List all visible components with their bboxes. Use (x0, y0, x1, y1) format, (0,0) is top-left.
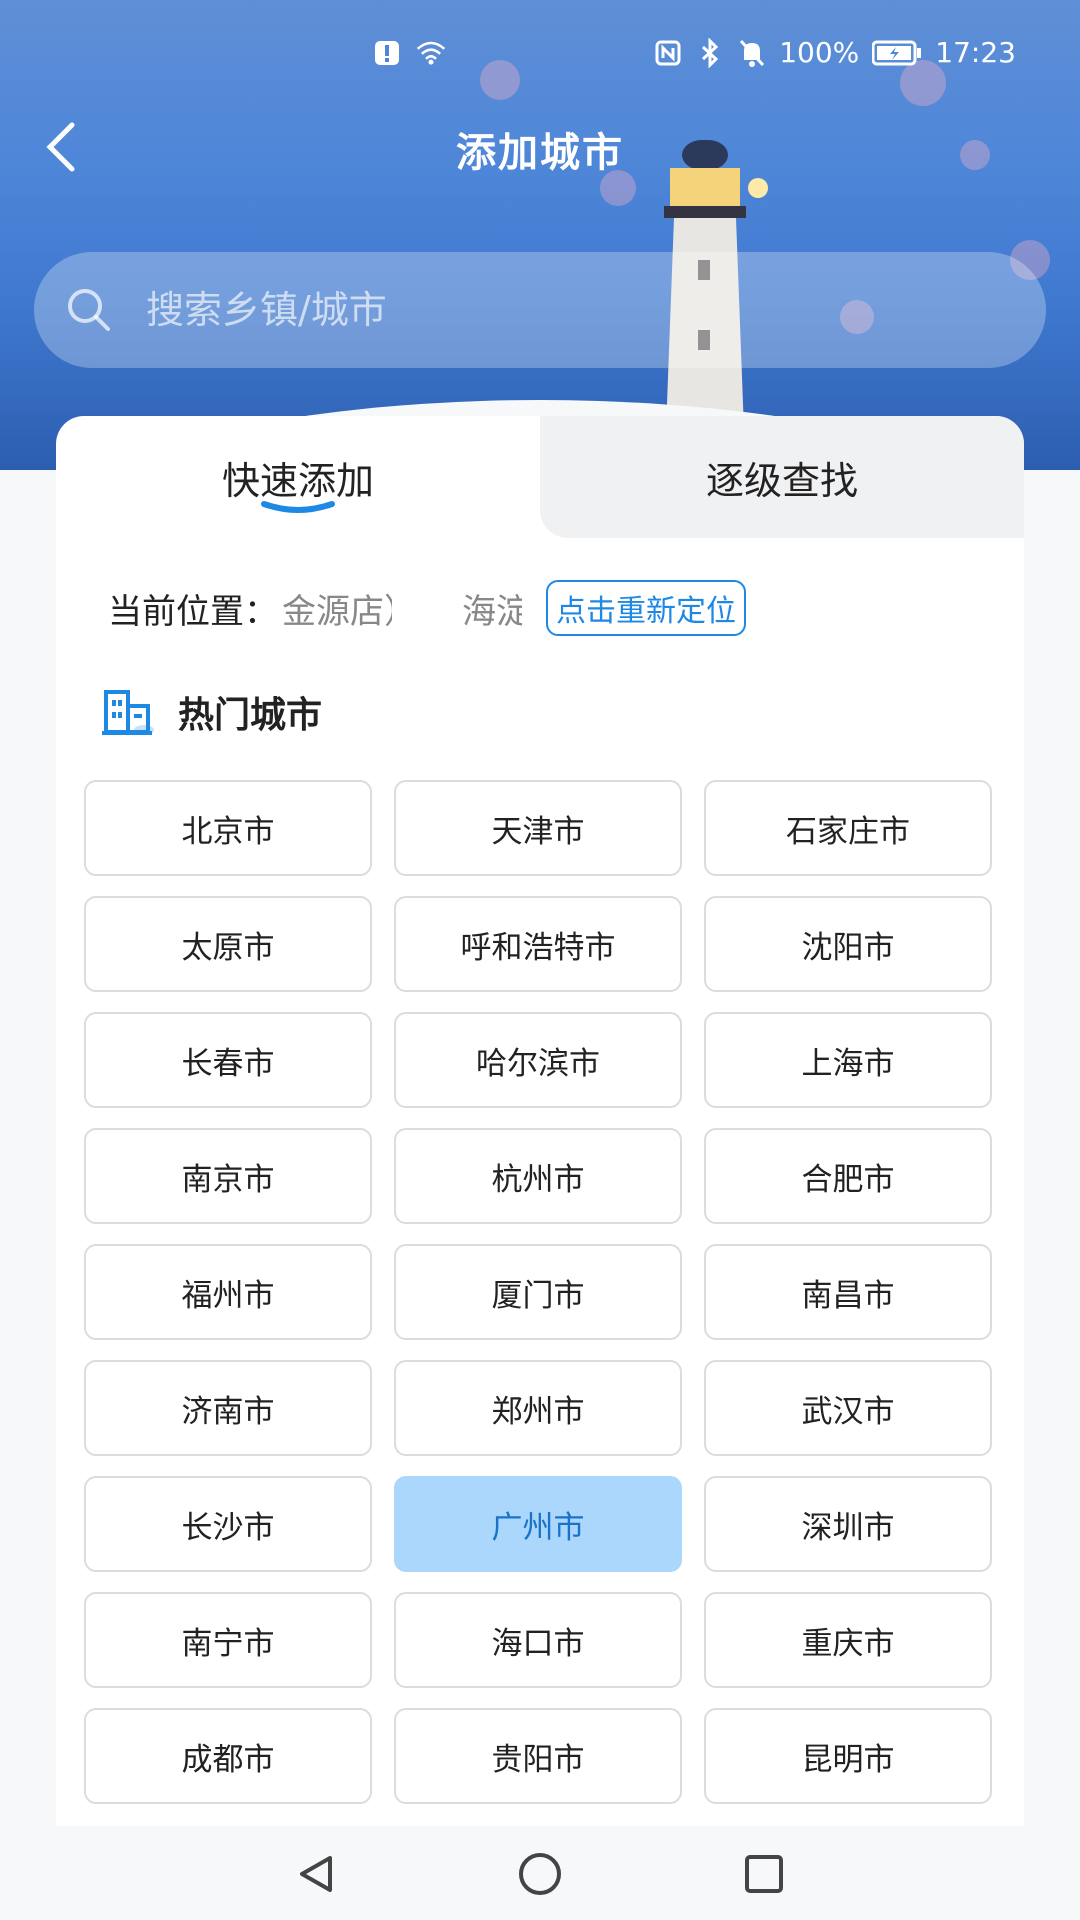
city-button[interactable]: 福州市 (84, 1244, 372, 1340)
search-icon (68, 289, 110, 331)
location-label: 当前位置： (108, 591, 278, 632)
city-button[interactable]: 郑州市 (394, 1360, 682, 1456)
city-button[interactable]: 南京市 (84, 1128, 372, 1224)
city-button[interactable]: 天津市 (394, 780, 682, 876)
nfc-icon (653, 38, 683, 68)
square-recents-icon (745, 1855, 783, 1893)
screen: 100% 17:23 添加城市 快速添加 逐级查找 当前位置： 金源店） (0, 0, 1080, 1920)
city-button[interactable]: 太原市 (84, 896, 372, 992)
city-button[interactable]: 上海市 (704, 1012, 992, 1108)
city-button[interactable]: 长沙市 (84, 1476, 372, 1572)
tab-label: 逐级查找 (705, 458, 858, 503)
search-bar[interactable] (34, 252, 1046, 368)
city-button[interactable]: 南宁市 (84, 1592, 372, 1688)
tab-quick-add[interactable]: 快速添加 (56, 416, 540, 538)
tab-level-search[interactable]: 逐级查找 (540, 416, 1024, 538)
city-button[interactable]: 武汉市 (704, 1360, 992, 1456)
city-button[interactable]: 重庆市 (704, 1592, 992, 1688)
city-button[interactable]: 南昌市 (704, 1244, 992, 1340)
nav-recents-button[interactable] (734, 1844, 794, 1904)
city-button[interactable]: 海口市 (394, 1592, 682, 1688)
bluetooth-icon (695, 37, 725, 68)
section-title: 热门城市 (178, 695, 323, 736)
city-button[interactable]: 杭州市 (394, 1128, 682, 1224)
city-button[interactable]: 厦门市 (394, 1244, 682, 1340)
city-panel: 快速添加 逐级查找 当前位置： 金源店） 海淀 点击重新定位 热门 (56, 416, 1024, 1920)
location-text: 金源店） (282, 591, 392, 632)
city-button[interactable]: 成都市 (84, 1708, 372, 1804)
city-button[interactable]: 广州市 (394, 1476, 682, 1572)
wifi-icon (416, 38, 446, 68)
system-nav-bar (0, 1826, 1080, 1920)
status-bar: 100% 17:23 (0, 0, 1080, 110)
city-button[interactable]: 呼和浩特市 (394, 896, 682, 992)
clock: 17:23 (935, 36, 1016, 69)
nav-back-button[interactable] (286, 1844, 346, 1904)
city-button[interactable]: 哈尔滨市 (394, 1012, 682, 1108)
city-button[interactable]: 济南市 (84, 1360, 372, 1456)
hot-city-grid: 北京市 天津市 石家庄市太原市 呼和浩特市 沈阳市长春市 哈尔滨市 上海市南京市 杭州市 合肥市… (84, 780, 996, 1804)
mute-bell-icon (737, 38, 767, 68)
city-button[interactable]: 昆明市 (704, 1708, 992, 1804)
battery-icon (871, 38, 923, 68)
tab-label: 快速添加 (221, 458, 374, 503)
current-location-row: 当前位置： 金源店） 海淀 点击重新定位 (108, 576, 1008, 640)
city-button[interactable]: 贵阳市 (394, 1708, 682, 1804)
tab-bar: 快速添加 逐级查找 (56, 416, 1024, 538)
circle-home-icon (519, 1853, 561, 1895)
hot-cities-header: 热门城市 (100, 686, 322, 738)
search-input[interactable] (146, 288, 966, 332)
city-button[interactable]: 沈阳市 (704, 896, 992, 992)
nav-home-button[interactable] (510, 1844, 570, 1904)
city-button[interactable]: 深圳市 (704, 1476, 992, 1572)
alert-icon (372, 38, 402, 68)
battery-percent: 100% (779, 36, 860, 69)
building-icon (102, 690, 154, 735)
city-button[interactable]: 合肥市 (704, 1128, 992, 1224)
city-button[interactable]: 石家庄市 (704, 780, 992, 876)
city-button[interactable]: 长春市 (84, 1012, 372, 1108)
page-title: 添加城市 (456, 130, 624, 176)
location-city: 海淀 (462, 591, 522, 632)
relocate-button[interactable]: 点击重新定位 (546, 580, 746, 636)
triangle-back-icon (300, 1856, 332, 1892)
tab-active-indicator (261, 501, 335, 513)
city-button[interactable]: 北京市 (84, 780, 372, 876)
